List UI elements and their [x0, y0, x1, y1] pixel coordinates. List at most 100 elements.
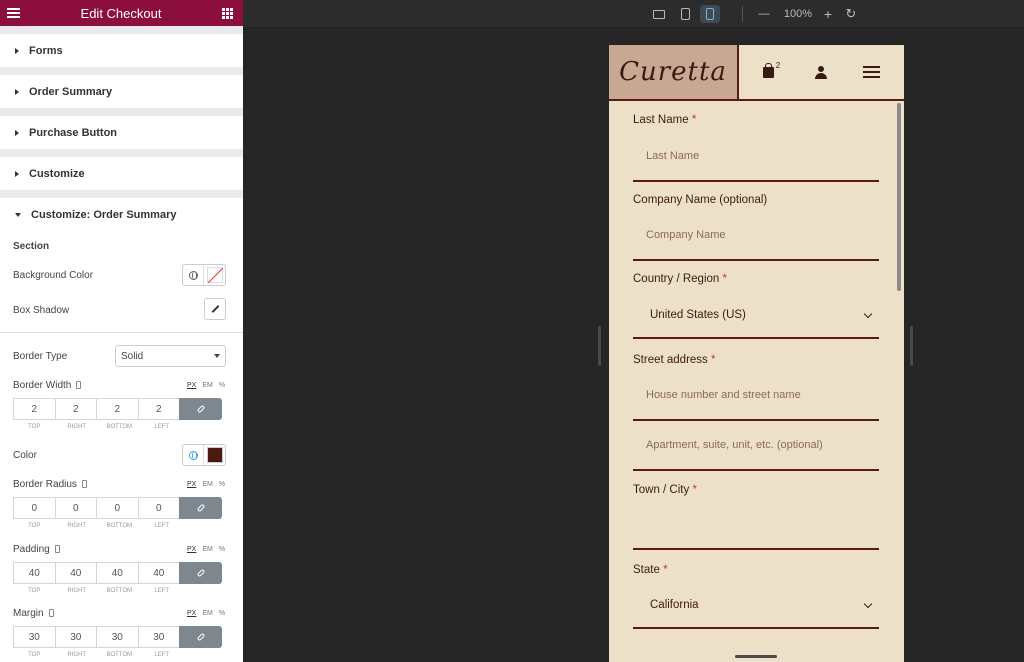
- zoom-out-button[interactable]: —: [757, 5, 771, 23]
- section-order-summary[interactable]: Order Summary: [0, 75, 243, 108]
- country-select[interactable]: United States (US): [633, 297, 879, 339]
- device-mobile-icon: [54, 545, 60, 554]
- toolbar-divider: [742, 6, 743, 22]
- border-width-units: PX EM%: [187, 382, 226, 389]
- desktop-icon: [653, 9, 665, 19]
- company-name-label: Company Name (optional): [633, 194, 768, 206]
- tablet-view-button[interactable]: [677, 5, 693, 23]
- menu-icon[interactable]: [863, 66, 881, 78]
- cart-button[interactable]: 2: [762, 61, 780, 78]
- caret-right-icon: [15, 129, 19, 136]
- link-values-button[interactable]: [179, 497, 222, 519]
- town-city-input[interactable]: [633, 504, 879, 550]
- caret-right-icon: [15, 47, 19, 54]
- last-name-label: Last Name *: [633, 114, 697, 126]
- resize-handle-right[interactable]: [910, 326, 913, 366]
- street-address-2-input[interactable]: Apartment, suite, unit, etc. (optional): [633, 429, 879, 471]
- zoom-level: 100%: [783, 8, 813, 20]
- chevron-down-icon: [863, 309, 873, 319]
- apps-grid-icon[interactable]: [222, 7, 233, 19]
- header-icons: 2: [739, 45, 904, 99]
- site-logo: Curetta: [619, 57, 727, 87]
- padding-bottom[interactable]: 40: [96, 562, 139, 584]
- link-values-button[interactable]: [179, 398, 222, 420]
- last-name-input[interactable]: Last Name: [633, 140, 879, 182]
- background-color-picker[interactable]: [204, 265, 225, 285]
- section-customize[interactable]: Customize: [0, 157, 243, 190]
- border-color-control: [182, 444, 226, 466]
- street-address-label: Street address *: [633, 354, 716, 366]
- user-icon[interactable]: [814, 65, 828, 79]
- device-mobile-icon: [81, 480, 87, 489]
- mobile-icon: [706, 8, 714, 20]
- reset-zoom-icon[interactable]: ↻: [844, 5, 858, 23]
- border-radius-units: PX EM%: [187, 481, 226, 488]
- dimension-labels: TOP RIGHT BOTTOM LEFT: [28, 424, 170, 430]
- globe-icon: [188, 450, 198, 460]
- site-header: Curetta 2: [609, 45, 904, 101]
- margin-inputs: 30 30 30 30: [13, 626, 226, 648]
- preview-scrollbar[interactable]: [897, 103, 901, 291]
- border-radius-top[interactable]: 0: [13, 497, 56, 519]
- padding-label: Padding: [13, 544, 60, 555]
- margin-top[interactable]: 30: [13, 626, 56, 648]
- hamburger-menu-icon[interactable]: [7, 8, 20, 18]
- pencil-icon: [211, 305, 219, 313]
- link-values-button[interactable]: [179, 626, 222, 648]
- border-radius-bottom[interactable]: 0: [96, 497, 139, 519]
- padding-right[interactable]: 40: [54, 562, 97, 584]
- device-mobile-icon: [76, 381, 82, 390]
- link-icon: [196, 503, 205, 513]
- padding-left[interactable]: 40: [137, 562, 180, 584]
- dimension-labels: TOP RIGHT BOTTOM LEFT: [28, 523, 170, 529]
- chevron-down-icon: [863, 599, 873, 609]
- border-radius-left[interactable]: 0: [137, 497, 180, 519]
- color-swatch: [206, 447, 223, 463]
- border-width-right[interactable]: 2: [54, 398, 97, 420]
- border-type-label: Border Type: [13, 351, 68, 362]
- border-width-label: Border Width: [13, 380, 82, 391]
- link-values-button[interactable]: [179, 562, 222, 584]
- tablet-icon: [680, 8, 690, 20]
- state-select[interactable]: California: [633, 587, 879, 629]
- preview-toolbar: — 100% + ↻: [243, 0, 1024, 28]
- panel-header: Edit Checkout: [0, 0, 243, 26]
- border-radius-right[interactable]: 0: [54, 497, 97, 519]
- shopping-bag-icon: [762, 62, 774, 78]
- mobile-view-button[interactable]: [700, 5, 720, 23]
- box-shadow-edit-button[interactable]: [204, 298, 226, 320]
- margin-left[interactable]: 30: [137, 626, 180, 648]
- section-customize-order-summary[interactable]: Customize: Order Summary: [0, 198, 243, 231]
- global-colors-button[interactable]: [183, 445, 205, 465]
- border-color-picker[interactable]: [204, 445, 225, 465]
- street-address-input[interactable]: House number and street name: [633, 379, 879, 421]
- town-city-label: Town / City *: [633, 484, 697, 496]
- margin-label: Margin: [13, 608, 54, 619]
- margin-right[interactable]: 30: [54, 626, 97, 648]
- zoom-in-button[interactable]: +: [821, 5, 835, 23]
- border-width-top[interactable]: 2: [13, 398, 56, 420]
- logo-box[interactable]: Curetta: [609, 45, 739, 99]
- background-color-label: Background Color: [13, 270, 94, 281]
- border-type-select[interactable]: Solid: [115, 345, 226, 367]
- margin-bottom[interactable]: 30: [96, 626, 139, 648]
- caret-right-icon: [15, 88, 19, 95]
- bottom-drag-handle[interactable]: [735, 655, 777, 658]
- caret-down-icon: [15, 212, 21, 217]
- editor-panel: Edit Checkout Forms Order Summary Purcha…: [0, 0, 243, 662]
- background-color-control: [182, 264, 226, 286]
- caret-right-icon: [15, 170, 19, 177]
- section-heading: Section: [13, 241, 50, 252]
- padding-top[interactable]: 40: [13, 562, 56, 584]
- section-purchase-button[interactable]: Purchase Button: [0, 116, 243, 149]
- global-colors-button[interactable]: [183, 265, 205, 285]
- globe-icon: [188, 270, 198, 280]
- border-width-left[interactable]: 2: [137, 398, 180, 420]
- company-name-input[interactable]: Company Name: [633, 219, 879, 261]
- desktop-view-button[interactable]: [651, 5, 667, 23]
- section-forms[interactable]: Forms: [0, 34, 243, 67]
- link-icon: [196, 404, 205, 414]
- resize-handle-left[interactable]: [598, 326, 601, 366]
- state-label: State *: [633, 564, 668, 576]
- border-width-bottom[interactable]: 2: [96, 398, 139, 420]
